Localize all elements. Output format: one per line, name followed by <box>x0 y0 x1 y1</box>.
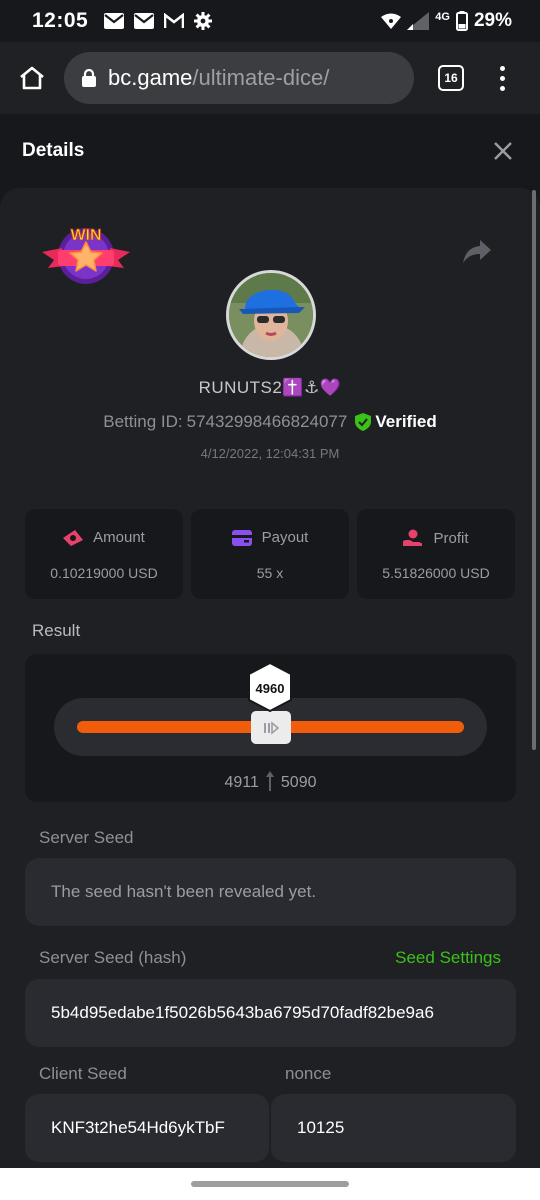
bet-details-panel: WIN RUNUTS2✝️⚓💜 Betting ID: 574329984668… <box>0 188 540 1168</box>
url-host: bc.game <box>108 65 193 90</box>
network-type: 4G <box>435 11 450 23</box>
result-label: Result <box>32 621 81 640</box>
bet-timestamp: 4/12/2022, 12:04:31 PM <box>200 446 340 461</box>
svg-text:WIN: WIN <box>70 227 101 244</box>
tab-count: 16 <box>444 71 458 85</box>
range-low: 4911 <box>224 774 259 791</box>
close-icon[interactable] <box>492 140 514 162</box>
payout-value: 55 x <box>256 565 284 581</box>
profit-value: 5.51826000 USD <box>382 565 490 581</box>
battery-percent: 29% <box>473 10 512 31</box>
scrollbar[interactable] <box>532 190 536 750</box>
nonce-label: nonce <box>285 1064 332 1083</box>
betting-id: 57432998466824077 <box>186 412 348 431</box>
stat-cards: Amount 0.10219000 USD Payout 55 x Profit… <box>25 509 515 599</box>
tabs-button[interactable]: 16 <box>438 65 464 91</box>
result-range: 4911 5090 <box>25 770 516 792</box>
server-seed-field: The seed hasn't been revealed yet. <box>25 858 516 926</box>
battery-icon <box>455 11 468 31</box>
home-gesture-handle[interactable] <box>191 1181 349 1187</box>
notification-icons <box>104 12 213 30</box>
arrow-up-icon <box>265 771 274 791</box>
verified-badge: Verified <box>355 412 437 432</box>
server-seed-label: Server Seed <box>39 828 134 847</box>
win-badge-icon: WIN <box>42 227 130 284</box>
amount-label: Amount <box>93 529 145 546</box>
browser-toolbar: bc.game/ultimate-dice/ 16 <box>0 42 540 114</box>
grip-icon <box>264 720 280 735</box>
result-value: 4960 <box>255 681 285 696</box>
slider-handle[interactable] <box>251 711 291 744</box>
shield-check-icon <box>355 413 372 431</box>
server-seed-hash-field[interactable]: 5b4d95edabe1f5026b5643ba6795d70fadf82be9… <box>25 979 516 1047</box>
username: RUNUTS2✝️⚓💜 <box>198 378 342 397</box>
profit-hand-icon <box>403 529 423 546</box>
signal-icon <box>407 12 430 30</box>
mail-icon <box>104 13 125 29</box>
server-seed-hash-label: Server Seed (hash) <box>39 948 187 967</box>
browser-menu-button[interactable] <box>500 65 505 91</box>
betting-id-label: Betting ID: <box>103 412 183 431</box>
home-button[interactable] <box>0 66 64 90</box>
betting-id-row: Betting ID: 57432998466824077 Verified <box>0 412 540 432</box>
wifi-icon <box>381 13 402 29</box>
amount-value: 0.10219000 USD <box>50 565 158 581</box>
home-icon <box>20 66 44 90</box>
payout-card: Payout 55 x <box>191 509 349 599</box>
seed-settings-link[interactable]: Seed Settings <box>395 948 501 968</box>
client-seed-label: Client Seed <box>39 1064 127 1083</box>
payout-label: Payout <box>261 529 309 546</box>
status-bar: 12:05 4G 29% <box>0 0 540 42</box>
profit-card: Profit 5.51826000 USD <box>357 509 515 599</box>
nonce-field[interactable]: 10125 <box>271 1094 516 1162</box>
address-bar[interactable]: bc.game/ultimate-dice/ <box>64 52 414 104</box>
profit-label: Profit <box>433 529 469 547</box>
details-header: Details <box>0 114 540 188</box>
gear-icon <box>194 12 213 30</box>
card-icon <box>231 529 252 546</box>
url-text: bc.game/ultimate-dice/ <box>108 65 329 91</box>
result-slider-box: 4960 4911 5090 <box>25 654 516 802</box>
verified-label: Verified <box>375 412 437 431</box>
gmail-icon <box>164 13 185 28</box>
client-seed-field[interactable]: KNF3t2he54Hd6ykTbF <box>25 1094 269 1162</box>
money-icon <box>63 529 84 546</box>
lock-icon <box>82 69 96 87</box>
amount-card: Amount 0.10219000 USD <box>25 509 183 599</box>
status-time: 12:05 <box>32 9 89 32</box>
share-icon[interactable] <box>462 238 492 264</box>
avatar <box>226 270 316 360</box>
url-path: /ultimate-dice/ <box>192 65 330 90</box>
range-high: 5090 <box>280 774 317 791</box>
avatar-image <box>229 273 313 357</box>
page-title: Details <box>22 140 85 161</box>
system-icons: 4G 29% <box>381 10 512 32</box>
navigation-gesture-bar <box>0 1168 540 1200</box>
mail-icon <box>134 13 155 29</box>
